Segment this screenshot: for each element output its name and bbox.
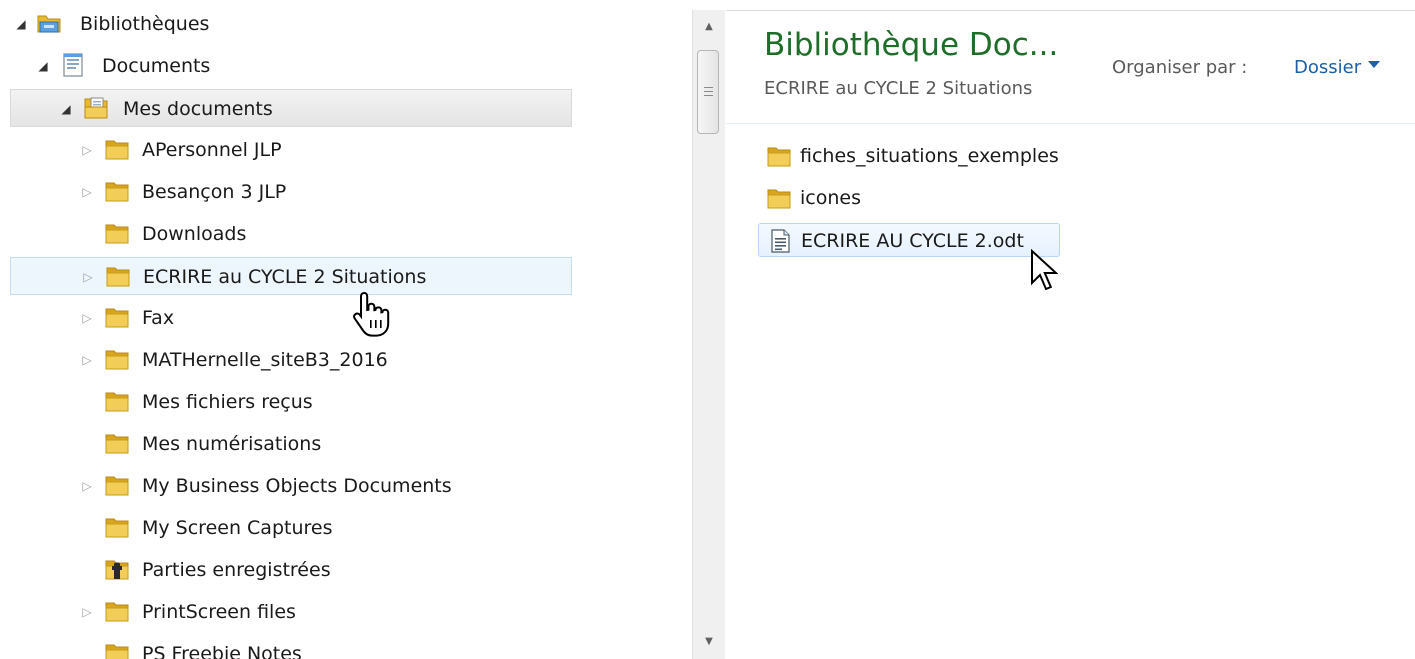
folder-icon	[105, 518, 129, 538]
tree-item-label: Mes numérisations	[142, 433, 322, 455]
tree-item-label: Besançon 3 JLP	[142, 181, 287, 203]
tree-item-label: Bibliothèques	[80, 13, 210, 35]
expander-open-icon[interactable]: ◢	[59, 102, 73, 116]
document-library-icon	[63, 53, 83, 77]
scroll-up-button[interactable]: ▲	[693, 14, 725, 40]
scroll-thumb[interactable]	[697, 50, 719, 134]
tree-item-apersonnel-jlp[interactable]: ▷ APersonnel JLP	[10, 131, 572, 169]
folder-icon	[105, 308, 129, 328]
navigation-tree: ◢ Bibliothèques ◢ Documents ◢ Mes docume…	[0, 0, 692, 659]
saved-games-icon	[105, 560, 129, 580]
expander-closed-icon[interactable]: ▷	[81, 270, 95, 284]
tree-item-label: Downloads	[142, 223, 247, 245]
tree-item-parties-enregistrees[interactable]: Parties enregistrées	[10, 551, 572, 589]
folder-icon	[105, 140, 129, 160]
arrange-by-dropdown[interactable]: Dossier	[1294, 55, 1361, 81]
file-item-label: icones	[800, 187, 861, 209]
expander-closed-icon[interactable]: ▷	[80, 353, 94, 367]
tree-item-label: Mes fichiers reçus	[142, 391, 313, 413]
tree-item-documents[interactable]: ◢ Documents	[10, 47, 572, 85]
expander-closed-icon[interactable]: ▷	[80, 605, 94, 619]
tree-item-besancon-3-jlp[interactable]: ▷ Besançon 3 JLP	[10, 173, 572, 211]
tree-item-label: My Business Objects Documents	[142, 475, 452, 497]
scroll-down-button[interactable]: ▼	[693, 629, 725, 655]
folder-icon	[767, 189, 791, 209]
tree-item-my-screen-captures[interactable]: My Screen Captures	[10, 509, 572, 547]
folder-icon	[105, 224, 129, 244]
folder-icon	[105, 392, 129, 412]
expander-open-icon[interactable]: ◢	[14, 17, 28, 31]
file-item-icones[interactable]: icones	[758, 181, 878, 215]
file-item-fiches-situations-exemples[interactable]: fiches_situations_exemples	[758, 139, 1098, 173]
tree-item-mathernelle-siteb3-2016[interactable]: ▷ MATHernelle_siteB3_2016	[10, 341, 572, 379]
tree-item-downloads[interactable]: Downloads	[10, 215, 572, 253]
library-subtitle: ECRIRE au CYCLE 2 Situations	[764, 78, 1033, 99]
tree-item-label: Fax	[142, 307, 175, 329]
content-pane: Bibliothèque Doc... ECRIRE au CYCLE 2 Si…	[726, 10, 1415, 363]
arrow-cursor-icon	[1031, 249, 1058, 291]
arrange-by-label: Organiser par :	[1112, 57, 1248, 78]
file-item-ecrire-au-cycle-2-odt[interactable]: ECRIRE AU CYCLE 2.odt	[758, 223, 1060, 257]
tree-item-my-business-objects-documents[interactable]: ▷ My Business Objects Documents	[10, 467, 572, 505]
tree-item-mes-numerisations[interactable]: Mes numérisations	[10, 425, 572, 463]
tree-item-mes-fichiers-recus[interactable]: Mes fichiers reçus	[10, 383, 572, 421]
tree-item-label: Documents	[102, 55, 211, 77]
expander-closed-icon[interactable]: ▷	[80, 311, 94, 325]
tree-item-ecrire-au-cycle-2-situations[interactable]: ▷ ECRIRE au CYCLE 2 Situations	[10, 257, 572, 295]
tree-item-label: My Screen Captures	[142, 517, 333, 539]
folder-icon	[767, 147, 791, 167]
folder-icon	[105, 182, 129, 202]
expander-closed-icon[interactable]: ▷	[80, 185, 94, 199]
expander-open-icon[interactable]: ◢	[36, 59, 50, 73]
folder-icon	[105, 434, 129, 454]
expander-closed-icon[interactable]: ▷	[80, 479, 94, 493]
tree-item-printscreen-files[interactable]: ▷ PrintScreen files	[10, 593, 572, 631]
folder-icon	[105, 476, 129, 496]
tree-item-label: MATHernelle_siteB3_2016	[142, 349, 388, 371]
library-icon	[37, 15, 61, 33]
odt-document-icon	[771, 229, 790, 253]
tree-item-label: PS Freebie Notes	[142, 643, 302, 659]
hand-pointer-cursor-icon	[353, 291, 390, 337]
tree-item-label: APersonnel JLP	[142, 139, 282, 161]
tree-item-fax[interactable]: ▷ Fax	[10, 299, 572, 337]
tree-item-label: ECRIRE au CYCLE 2 Situations	[143, 266, 427, 288]
thumb-grip	[704, 91, 713, 92]
chevron-down-icon[interactable]	[1368, 61, 1380, 68]
file-item-label: fiches_situations_exemples	[800, 145, 1059, 167]
library-title: Bibliothèque Doc...	[764, 27, 1059, 63]
folder-icon	[105, 602, 129, 622]
folder-icon	[105, 644, 129, 659]
tree-item-label: Mes documents	[123, 98, 273, 120]
tree-item-label: Parties enregistrées	[142, 559, 331, 581]
tree-item-bibliotheques[interactable]: ◢ Bibliothèques	[10, 5, 572, 43]
library-header: Bibliothèque Doc... ECRIRE au CYCLE 2 Si…	[726, 11, 1415, 124]
thumb-grip	[704, 95, 713, 96]
documents-folder-icon	[84, 97, 108, 119]
tree-item-label: PrintScreen files	[142, 601, 296, 623]
folder-icon	[105, 350, 129, 370]
tree-item-mes-documents[interactable]: ◢ Mes documents	[10, 89, 572, 127]
folder-icon	[106, 267, 130, 287]
thumb-grip	[704, 87, 713, 88]
expander-closed-icon[interactable]: ▷	[80, 143, 94, 157]
file-item-label: ECRIRE AU CYCLE 2.odt	[801, 230, 1024, 252]
tree-scrollbar[interactable]: ▲ ▼	[692, 10, 725, 659]
tree-item-ps-freebie-notes[interactable]: PS Freebie Notes	[10, 635, 572, 659]
